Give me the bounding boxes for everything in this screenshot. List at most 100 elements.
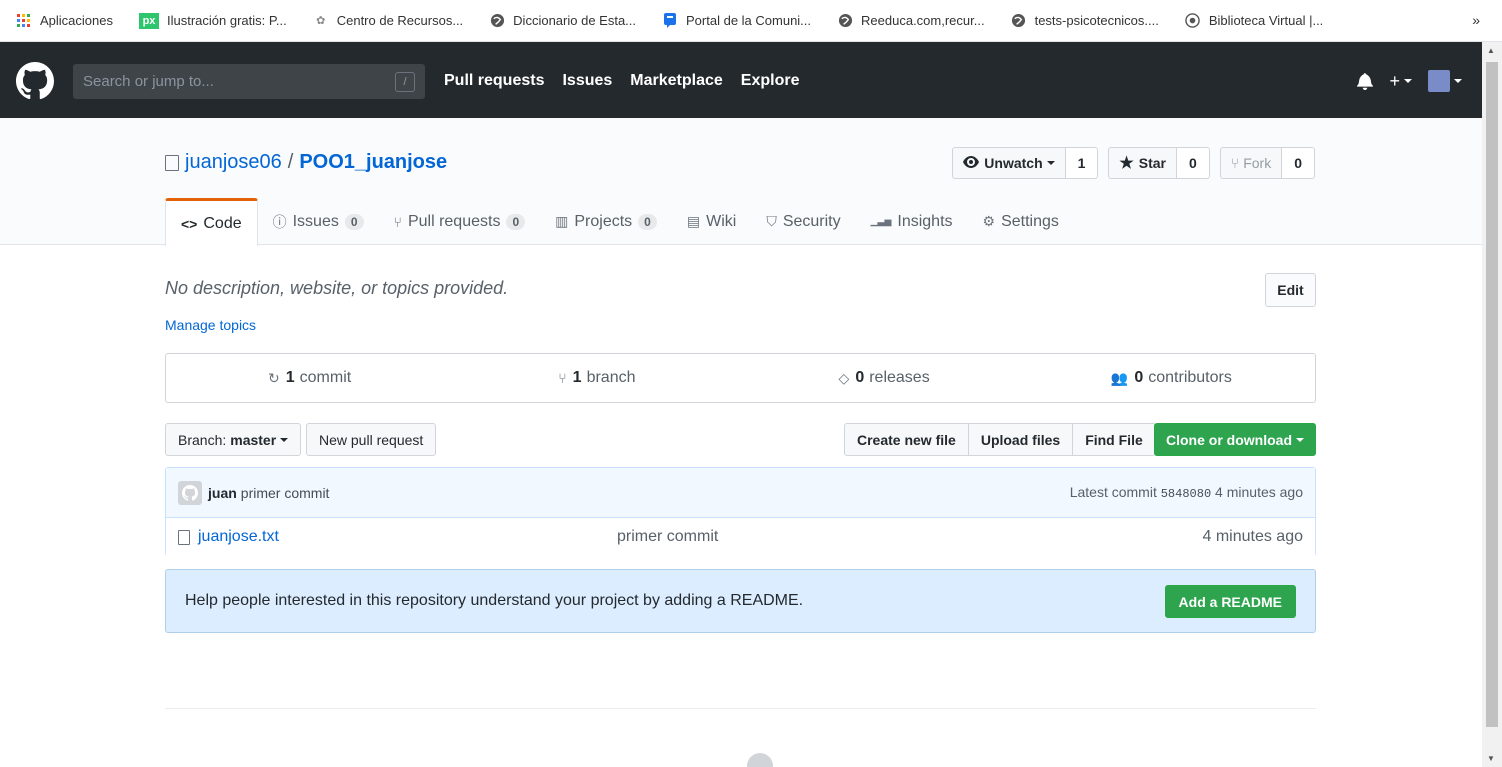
- repo-actions: Unwatch 1 ★ Star 0 ⑂ Fork 0: [942, 147, 1315, 179]
- github-footer-logo-icon[interactable]: [747, 753, 773, 767]
- manage-topics-link[interactable]: Manage topics: [165, 317, 256, 333]
- find-file-button[interactable]: Find File: [1072, 423, 1156, 456]
- github-logo-icon[interactable]: [16, 62, 54, 100]
- tab-label: Security: [782, 212, 841, 230]
- commit-sha-link[interactable]: 5848080: [1161, 487, 1211, 501]
- create-new-dropdown[interactable]: +: [1389, 71, 1412, 92]
- bookmark-diccionario[interactable]: Diccionario de Esta...: [489, 13, 636, 29]
- repo-icon: [165, 154, 179, 171]
- commit-author[interactable]: juan: [208, 485, 237, 501]
- tab-code[interactable]: <> Code: [165, 198, 258, 246]
- tab-pull-requests[interactable]: ⑂ Pull requests 0: [379, 198, 541, 245]
- watch-count[interactable]: 1: [1065, 147, 1099, 179]
- nav-marketplace[interactable]: Marketplace: [630, 72, 723, 90]
- star-icon: ★: [1119, 155, 1134, 172]
- star-group: ★ Star 0: [1108, 147, 1210, 179]
- edit-description-button[interactable]: Edit: [1265, 273, 1316, 307]
- bookmark-label: Ilustración gratis: P...: [167, 13, 287, 28]
- apps-grid-icon: [16, 13, 32, 29]
- add-readme-button[interactable]: Add a README: [1164, 585, 1296, 618]
- bookmark-centro-recursos[interactable]: ✿ Centro de Recursos...: [313, 13, 463, 29]
- tab-label: Insights: [897, 212, 953, 230]
- create-new-file-button[interactable]: Create new file: [844, 423, 969, 456]
- repo-name-link[interactable]: POO1_juanjose: [299, 151, 447, 174]
- commit-message[interactable]: primer commit: [241, 485, 330, 501]
- avatar[interactable]: [178, 480, 202, 505]
- scrollbar-thumb[interactable]: [1486, 62, 1498, 727]
- latest-commit-info: Latest commit 5848080 4 minutes ago: [1070, 484, 1303, 501]
- bookmark-label: Diccionario de Esta...: [513, 13, 637, 28]
- contributor-label: contributors: [1148, 369, 1232, 386]
- scroll-up-arrow-icon[interactable]: ▲: [1487, 46, 1495, 55]
- file-actions-group: Create new file Upload files Find File: [844, 423, 1156, 456]
- bookmark-tests[interactable]: tests-psicotecnicos....: [1011, 13, 1159, 29]
- chevron-down-icon: [1454, 79, 1462, 83]
- pixabay-icon: px: [139, 12, 159, 29]
- nav-issues[interactable]: Issues: [562, 72, 612, 90]
- commits-link[interactable]: ↻ 1 commit: [166, 354, 453, 402]
- tab-wiki[interactable]: ▤ Wiki: [672, 198, 751, 245]
- repo-owner-link[interactable]: juanjose06: [185, 151, 282, 174]
- repo-path-separator: /: [287, 151, 294, 173]
- latest-commit-bar: juan primer commit Latest commit 5848080…: [166, 468, 1315, 518]
- fork-count[interactable]: 0: [1282, 147, 1315, 179]
- bookmark-pixabay[interactable]: px Ilustración gratis: P...: [139, 12, 287, 29]
- file-list: juan primer commit Latest commit 5848080…: [165, 467, 1316, 556]
- projects-counter: 0: [638, 213, 657, 230]
- bookmark-label: tests-psicotecnicos....: [1034, 13, 1159, 28]
- fork-group: ⑂ Fork 0: [1219, 147, 1315, 179]
- header-nav: Pull requests Issues Marketplace Explore: [444, 72, 817, 90]
- pull-requests-counter: 0: [506, 213, 526, 230]
- search-input[interactable]: Search or jump to... /: [73, 64, 425, 99]
- shield-icon: ⛉: [766, 213, 777, 229]
- project-icon: ▥: [555, 213, 569, 229]
- gear-icon: ⚙: [982, 213, 996, 229]
- star-count[interactable]: 0: [1177, 147, 1210, 179]
- contributors-link[interactable]: 👥 0 contributors: [1028, 354, 1315, 402]
- notifications-bell-icon[interactable]: [1357, 72, 1374, 90]
- fork-button[interactable]: ⑂ Fork: [1219, 147, 1283, 179]
- branches-link[interactable]: ⑂ 1 branch: [453, 354, 740, 402]
- tab-insights[interactable]: ▁▃▅ Insights: [856, 198, 968, 245]
- branch-select-button[interactable]: Branch: master: [165, 423, 302, 456]
- people-icon: 👥: [1110, 369, 1129, 386]
- tab-label: Pull requests: [407, 212, 501, 230]
- bookmark-label: Biblioteca Virtual |...: [1208, 13, 1324, 28]
- book-icon: ▤: [686, 213, 701, 229]
- library-icon: [1185, 13, 1201, 29]
- nav-pull-requests[interactable]: Pull requests: [444, 72, 544, 90]
- tag-icon: ◇: [838, 369, 850, 386]
- nav-explore[interactable]: Explore: [741, 72, 800, 90]
- releases-link[interactable]: ◇ 0 releases: [741, 354, 1028, 402]
- repo-header: juanjose06 / POO1_juanjose Unwatch 1 ★ S…: [0, 118, 1482, 246]
- tab-label: Wiki: [706, 212, 737, 230]
- tab-security[interactable]: ⛉ Security: [751, 198, 855, 245]
- globe-icon: [1011, 13, 1027, 29]
- watch-group: Unwatch 1: [952, 147, 1099, 179]
- portal-icon: [662, 13, 678, 29]
- clone-or-download-button[interactable]: Clone or download: [1154, 423, 1316, 456]
- search-shortcut-hint: /: [395, 72, 415, 92]
- user-menu-dropdown[interactable]: [1428, 70, 1462, 92]
- chevron-down-icon: [1296, 437, 1304, 442]
- file-commit-message[interactable]: primer commit: [617, 528, 718, 546]
- bookmark-portal[interactable]: Portal de la Comuni...: [662, 13, 811, 29]
- bookmark-biblioteca[interactable]: Biblioteca Virtual |...: [1185, 13, 1323, 29]
- star-button[interactable]: ★ Star: [1108, 147, 1177, 179]
- bookmark-reeduca[interactable]: Reeduca.com,recur...: [837, 13, 985, 29]
- bookmarks-more-button[interactable]: »: [1472, 12, 1480, 28]
- unwatch-button[interactable]: Unwatch: [952, 147, 1066, 179]
- tab-label: Settings: [1001, 212, 1059, 230]
- scroll-down-arrow-icon[interactable]: ▼: [1487, 754, 1495, 763]
- tab-projects[interactable]: ▥ Projects 0: [540, 198, 672, 245]
- chevron-down-icon: [1404, 79, 1412, 83]
- branch-icon: ⑂: [558, 370, 567, 386]
- page-scrollbar[interactable]: ▲ ▼: [1482, 42, 1502, 767]
- new-pull-request-button[interactable]: New pull request: [306, 423, 437, 456]
- tab-label: Issues: [292, 212, 339, 230]
- file-name-link[interactable]: juanjose.txt: [198, 528, 279, 546]
- tab-issues[interactable]: ⓘ Issues 0: [258, 198, 379, 245]
- bookmark-apps[interactable]: Aplicaciones: [16, 13, 113, 29]
- upload-files-button[interactable]: Upload files: [967, 423, 1074, 456]
- tab-settings[interactable]: ⚙ Settings: [968, 198, 1074, 245]
